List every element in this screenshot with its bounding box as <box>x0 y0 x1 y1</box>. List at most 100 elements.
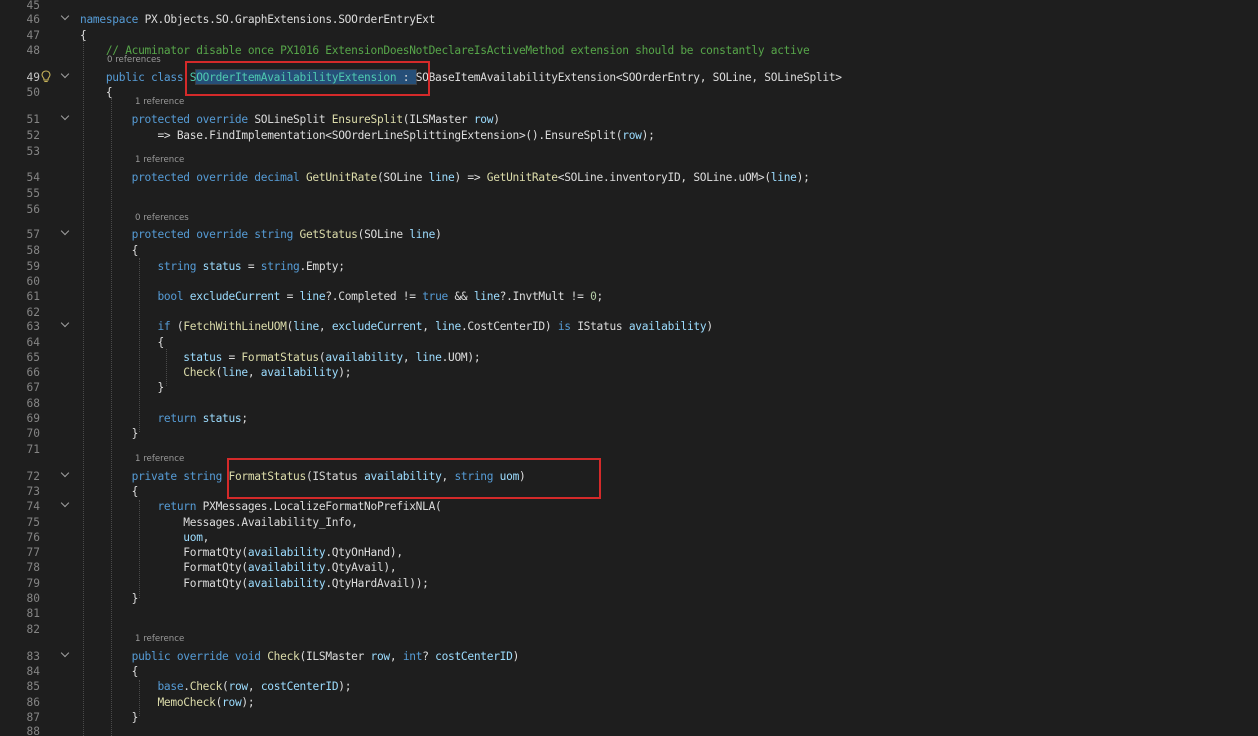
code-token: status <box>202 260 242 273</box>
line-number: 53 <box>26 145 40 158</box>
code-line[interactable]: protected override SOLineSplit EnsureSpl… <box>80 112 500 127</box>
code-line[interactable]: status = FormatStatus(availability, line… <box>80 350 480 365</box>
code-token: line <box>222 366 248 379</box>
code-line[interactable]: base.Check(row, costCenterID); <box>80 679 351 694</box>
lightbulb-icon[interactable] <box>41 70 51 83</box>
code-token: = <box>241 260 261 273</box>
codelens-references[interactable]: 1 reference <box>135 454 184 464</box>
code-token: (SOLine <box>376 171 429 184</box>
code-token: line <box>428 171 455 184</box>
line-number: 47 <box>26 29 40 42</box>
code-token: line <box>299 290 326 303</box>
code-token: excludeCurrent <box>189 290 281 303</box>
code-line[interactable]: { <box>80 664 139 679</box>
code-token: ) <box>435 228 442 241</box>
code-line[interactable]: } <box>80 380 164 395</box>
code-token: && <box>448 290 474 303</box>
code-token: , <box>402 351 416 364</box>
codelens-references[interactable]: 1 reference <box>135 97 184 107</box>
code-line[interactable]: Check(line, availability); <box>80 365 351 380</box>
code-line[interactable]: string status = string.Empty; <box>80 259 345 274</box>
codelens-references[interactable]: 0 references <box>135 213 189 223</box>
code-token: FormatQty( <box>80 546 248 559</box>
method-signature-highlight-box <box>227 458 601 499</box>
fold-chevron-icon[interactable] <box>62 650 69 657</box>
code-line[interactable]: } <box>80 591 139 606</box>
code-line[interactable]: => Base.FindImplementation<SOOrderLineSp… <box>80 128 654 143</box>
fold-chevron-icon[interactable] <box>62 500 69 507</box>
code-token: row <box>622 129 642 142</box>
code-token: ? <box>422 650 436 663</box>
line-number: 60 <box>26 275 40 288</box>
code-token: MemoCheck <box>80 696 216 709</box>
code-token: GetUnitRate <box>486 171 558 184</box>
code-token: { <box>80 86 113 99</box>
line-number: 74 <box>26 500 40 513</box>
code-line[interactable]: { <box>80 28 87 43</box>
code-line[interactable]: Messages.Availability_Info, <box>80 515 358 530</box>
code-editor[interactable]: 45 46 47 48 49 50 51 52 53 54 55 56 57 58 59 60 61 62 63 64… <box>0 0 1258 736</box>
line-number: 80 <box>26 592 40 605</box>
code-token: availability <box>260 366 339 379</box>
code-token: PX.Objects.SO.GraphExtensions.SOOrderEnt… <box>138 13 436 26</box>
line-number: 64 <box>26 336 40 349</box>
codelens-references[interactable]: 1 reference <box>135 634 184 644</box>
code-token: ; <box>241 412 248 425</box>
code-line[interactable]: { <box>80 243 139 258</box>
code-line[interactable]: { <box>80 484 139 499</box>
line-number: 68 <box>26 397 40 410</box>
code-token: { <box>80 336 164 349</box>
code-line[interactable]: { <box>80 335 164 350</box>
code-line[interactable]: public override void Check(ILSMaster row… <box>80 649 520 664</box>
code-token: , <box>247 680 261 693</box>
code-line[interactable]: // Acuminator disable once PX1016 Extens… <box>80 43 810 58</box>
line-number: 84 <box>26 665 40 678</box>
code-line[interactable]: FormatQty(availability.QtyAvail), <box>80 560 396 575</box>
line-number: 75 <box>26 516 40 529</box>
code-token: => Base.FindImplementation<SOOrderLineSp… <box>80 129 623 142</box>
code-token: = <box>280 290 300 303</box>
line-number: 46 <box>26 13 40 26</box>
fold-chevron-icon[interactable] <box>62 228 69 235</box>
line-number: 86 <box>26 696 40 709</box>
fold-chevron-icon[interactable] <box>62 13 69 20</box>
code-token: , <box>318 320 332 333</box>
code-line[interactable]: protected override string GetStatus(SOLi… <box>80 227 442 242</box>
code-token: , <box>389 650 403 663</box>
code-line[interactable]: bool excludeCurrent = line?.Completed !=… <box>80 289 603 304</box>
code-line[interactable]: return PXMessages.LocalizeFormatNoPrefix… <box>80 499 441 514</box>
fold-chevron-icon[interactable] <box>62 470 69 477</box>
code-token: protected override string <box>80 228 300 241</box>
code-token: if <box>80 320 177 333</box>
line-number: 87 <box>26 711 40 724</box>
code-line[interactable]: protected override decimal GetUnitRate(S… <box>80 170 810 185</box>
fold-chevron-icon[interactable] <box>62 113 69 120</box>
fold-chevron-icon[interactable] <box>62 320 69 327</box>
code-token: availability <box>247 546 326 559</box>
code-line[interactable]: { <box>80 85 113 100</box>
code-line[interactable]: FormatQty(availability.QtyOnHand), <box>80 545 403 560</box>
code-token: string <box>80 260 203 273</box>
code-line[interactable]: } <box>80 710 139 725</box>
code-line[interactable]: FormatQty(availability.QtyHardAvail)); <box>80 576 429 591</box>
code-line[interactable]: return status; <box>80 411 248 426</box>
line-number: 48 <box>26 44 40 57</box>
code-line[interactable]: if (FetchWithLineUOM(line, excludeCurren… <box>80 319 713 334</box>
fold-chevron-icon[interactable] <box>62 71 69 78</box>
code-line[interactable]: } <box>80 426 139 441</box>
code-line[interactable]: namespace PX.Objects.SO.GraphExtensions.… <box>80 12 435 27</box>
line-number: 88 <box>26 725 40 736</box>
code-token: ) <box>706 320 713 333</box>
codelens-references[interactable]: 1 reference <box>135 155 184 165</box>
code-line[interactable]: uom, <box>80 530 209 545</box>
code-token: <SOLine.inventoryID, SOLine.uOM>( <box>557 171 771 184</box>
code-line[interactable]: MemoCheck(row); <box>80 695 254 710</box>
code-token: return <box>80 412 203 425</box>
line-number: 73 <box>26 485 40 498</box>
code-token: namespace <box>80 13 139 26</box>
code-token: IStatus <box>570 320 629 333</box>
line-number: 77 <box>26 546 40 559</box>
code-token: { <box>80 485 139 498</box>
line-number: 76 <box>26 531 40 544</box>
code-token: = <box>222 351 242 364</box>
